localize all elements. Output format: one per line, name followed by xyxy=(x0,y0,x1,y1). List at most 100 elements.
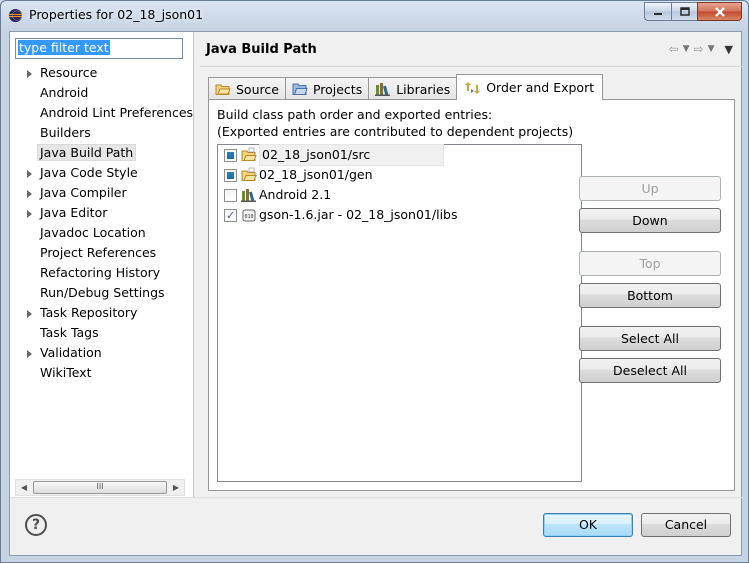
entry-label: gson-1.6.jar - 02_18_json01/libs xyxy=(259,207,458,222)
tree-item-project-references[interactable]: Project References xyxy=(10,243,194,263)
back-arrow-icon[interactable]: ⇦ xyxy=(669,42,679,56)
tree-item-validation[interactable]: Validation xyxy=(10,343,194,363)
tree-item-label: Java Editor xyxy=(40,205,108,220)
svg-text:010: 010 xyxy=(244,214,253,220)
tree-item-label: Run/Debug Settings xyxy=(40,285,165,300)
tree-item-label: Java Build Path xyxy=(37,144,137,161)
back-dropdown-icon[interactable]: ▼ xyxy=(683,44,690,54)
footer-separator xyxy=(10,497,743,498)
list-item[interactable]: Android 2.1 xyxy=(218,185,581,205)
tree-item-java-code-style[interactable]: Java Code Style xyxy=(10,163,194,183)
expand-arrow-icon[interactable] xyxy=(27,310,32,318)
tree-item-wikitext[interactable]: WikiText xyxy=(10,363,194,383)
page-title: Java Build Path xyxy=(206,42,317,57)
caption-buttons xyxy=(644,2,742,21)
order-export-icon xyxy=(465,81,481,94)
tree-item-resource[interactable]: Resource xyxy=(10,63,194,83)
project-folder-icon xyxy=(292,83,308,95)
expand-arrow-icon[interactable] xyxy=(27,350,32,358)
tree-item-android[interactable]: Android xyxy=(10,83,194,103)
view-menu-icon[interactable]: ▼ xyxy=(725,43,733,56)
expand-arrow-icon[interactable] xyxy=(27,70,32,78)
bottom-button[interactable]: Bottom xyxy=(579,283,721,308)
tree-item-label: Task Tags xyxy=(40,325,99,340)
tree-item-run-debug-settings[interactable]: Run/Debug Settings xyxy=(10,283,194,303)
list-item[interactable]: 010 gson-1.6.jar - 02_18_json01/libs xyxy=(218,205,581,226)
tree-item-task-tags[interactable]: Task Tags xyxy=(10,323,194,343)
close-button[interactable] xyxy=(697,2,742,21)
title-bar[interactable]: Properties for 02_18_json01 xyxy=(1,1,748,29)
tree-item-builders[interactable]: Builders xyxy=(10,123,194,143)
ok-button[interactable]: OK xyxy=(543,513,633,537)
export-checkbox[interactable] xyxy=(224,168,237,182)
tree-item-label: Project References xyxy=(40,245,157,260)
dialog-client-area: type filter text Resource Android Androi… xyxy=(9,31,743,556)
entry-label: Android 2.1 xyxy=(259,187,332,202)
scroll-left-icon[interactable]: ◀ xyxy=(16,480,32,495)
entry-label: 02_18_json01/src xyxy=(259,144,444,166)
property-page: Java Build Path ⇦ ▼ ⇨ ▼ ▼ Source Project… xyxy=(200,32,743,497)
export-checkbox[interactable] xyxy=(224,206,237,226)
filter-input-text: type filter text xyxy=(18,40,110,55)
description-line-2: (Exported entries are contributed to dep… xyxy=(217,124,574,139)
tree-item-java-build-path[interactable]: Java Build Path xyxy=(10,143,194,163)
list-item[interactable]: 02_18_json01/gen xyxy=(218,165,581,185)
select-all-button[interactable]: Select All xyxy=(579,326,721,351)
library-icon xyxy=(241,189,256,202)
expand-arrow-icon[interactable] xyxy=(27,170,32,178)
maximize-icon xyxy=(679,7,690,16)
cancel-button[interactable]: Cancel xyxy=(641,513,731,537)
preference-tree-pane: type filter text Resource Android Androi… xyxy=(10,32,194,497)
tab-label: Source xyxy=(236,81,279,97)
tree-item-label: Android xyxy=(40,85,89,100)
forward-arrow-icon[interactable]: ⇨ xyxy=(694,42,704,56)
scroll-right-icon[interactable]: ▶ xyxy=(168,480,184,495)
export-checkbox[interactable] xyxy=(224,148,237,162)
tree-item-javadoc-location[interactable]: Javadoc Location xyxy=(10,223,194,243)
classpath-entries-list[interactable]: 02_18_json01/src 02_18_json01/gen Androi… xyxy=(217,144,582,482)
tree-item-java-editor[interactable]: Java Editor xyxy=(10,203,194,223)
scroll-thumb[interactable]: III xyxy=(33,481,167,494)
forward-dropdown-icon[interactable]: ▼ xyxy=(708,44,715,54)
tab-projects[interactable]: Projects xyxy=(284,77,370,100)
title-separator xyxy=(200,66,743,67)
list-item[interactable]: 02_18_json01/src xyxy=(218,144,581,166)
tree-item-label: Refactoring History xyxy=(40,265,161,280)
source-folder-icon xyxy=(241,167,257,181)
tab-source[interactable]: Source xyxy=(208,77,286,100)
tree-item-label: Java Compiler xyxy=(40,185,127,200)
jar-icon: 010 xyxy=(242,209,256,222)
maximize-button[interactable] xyxy=(671,2,697,21)
window-title: Properties for 02_18_json01 xyxy=(29,7,204,22)
tab-label: Libraries xyxy=(396,81,451,97)
source-folder-icon xyxy=(241,147,257,161)
expand-arrow-icon[interactable] xyxy=(27,210,32,218)
tree-item-label: Android Lint Preferences xyxy=(40,105,194,120)
expand-arrow-icon[interactable] xyxy=(27,190,32,198)
tree-horizontal-scrollbar[interactable]: ◀ III ▶ xyxy=(15,479,185,496)
tree-item-label: WikiText xyxy=(40,365,92,380)
deselect-all-button[interactable]: Deselect All xyxy=(579,358,721,383)
up-button[interactable]: Up xyxy=(579,176,721,201)
tab-label: Projects xyxy=(312,81,363,97)
export-checkbox[interactable] xyxy=(224,188,237,202)
tree-item-label: Java Code Style xyxy=(40,165,138,180)
tree-item-java-compiler[interactable]: Java Compiler xyxy=(10,183,194,203)
tree-item-task-repository[interactable]: Task Repository xyxy=(10,303,194,323)
help-icon[interactable]: ? xyxy=(25,514,47,536)
page-navigation: ⇦ ▼ ⇨ ▼ ▼ xyxy=(669,42,733,56)
properties-window: Properties for 02_18_json01 type filter … xyxy=(0,0,749,563)
preference-tree: Resource Android Android Lint Preference… xyxy=(10,63,194,383)
source-folder-icon xyxy=(215,84,231,95)
tab-label: Order and Export xyxy=(486,80,595,95)
down-button[interactable]: Down xyxy=(579,208,721,233)
tree-item-android-lint[interactable]: Android Lint Preferences xyxy=(10,103,194,123)
top-button[interactable]: Top xyxy=(579,251,721,276)
tree-item-label: Builders xyxy=(40,125,91,140)
tab-libraries[interactable]: Libraries xyxy=(368,77,458,100)
tree-item-label: Resource xyxy=(40,65,98,80)
filter-input[interactable]: type filter text xyxy=(15,38,183,59)
tree-item-refactoring-history[interactable]: Refactoring History xyxy=(10,263,194,283)
minimize-button[interactable] xyxy=(644,2,671,21)
tab-order-and-export[interactable]: Order and Export xyxy=(456,74,604,100)
